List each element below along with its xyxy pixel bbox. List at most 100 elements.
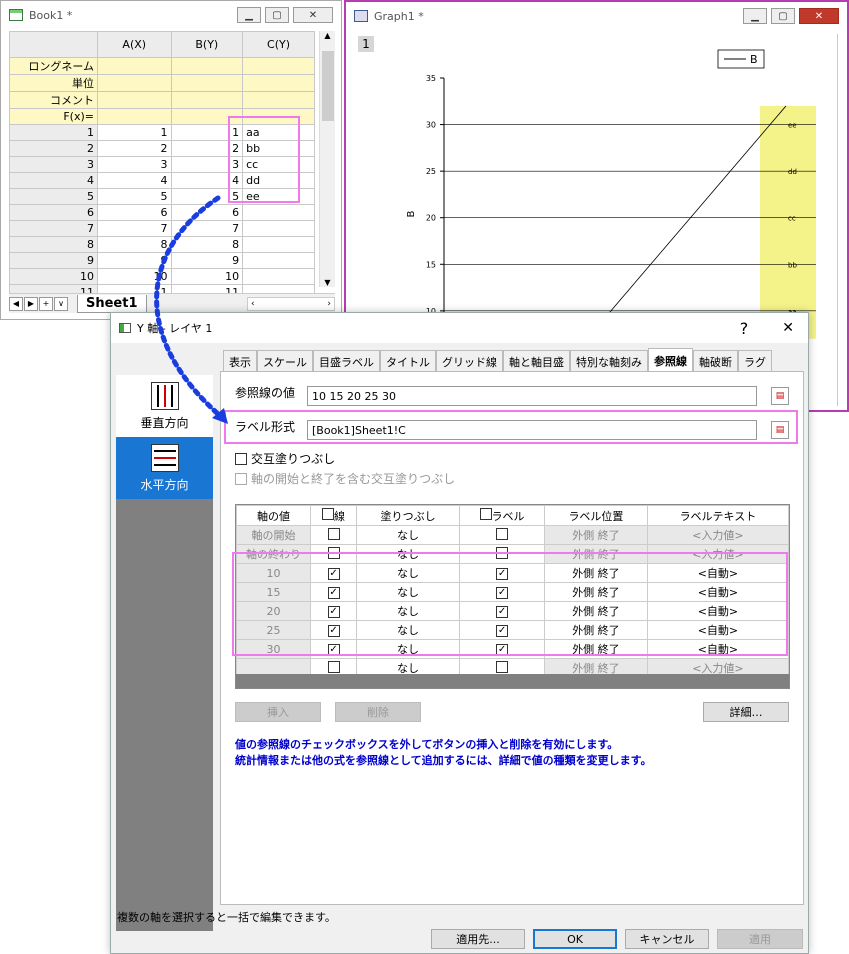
meta-cell[interactable]: [242, 91, 315, 109]
line-checkbox[interactable]: [327, 546, 340, 559]
cell-a[interactable]: 8: [97, 236, 172, 253]
column-header-a[interactable]: A(X): [97, 31, 172, 58]
label-text-cell[interactable]: <自動>: [646, 563, 789, 583]
detail-button[interactable]: 詳細…: [703, 702, 789, 722]
row-header[interactable]: 5: [9, 188, 98, 205]
first-sheet-icon[interactable]: ◀: [9, 296, 23, 311]
tab-3[interactable]: タイトル: [380, 350, 436, 372]
label-format-picker-icon[interactable]: ▤: [771, 421, 789, 439]
sheet-list-icon[interactable]: ∨: [54, 296, 68, 311]
axis-value-cell[interactable]: 25: [236, 620, 311, 640]
label-position-cell[interactable]: 外側 終了: [544, 544, 648, 564]
book-titlebar[interactable]: Book1 * ▁ ▢ ✕: [1, 1, 341, 29]
table-row[interactable]: 1 1 1 aa: [9, 124, 315, 141]
meta-row-header[interactable]: ロングネーム: [9, 57, 98, 75]
maximize-button[interactable]: ▢: [771, 8, 795, 24]
axis-value-cell[interactable]: 20: [236, 601, 311, 621]
tab-8[interactable]: 軸破断: [693, 350, 738, 372]
line-cell[interactable]: [309, 525, 358, 545]
vertical-axis-item[interactable]: 垂直方向: [116, 375, 213, 437]
line-cell[interactable]: ✓: [309, 639, 358, 659]
label-cell[interactable]: ✓: [459, 582, 546, 602]
cell-b[interactable]: 8: [170, 236, 244, 253]
worksheet-grid[interactable]: A(X) B(Y) C(Y) ロングネーム 単位 コメント F(x)= 1 1 …: [9, 31, 315, 301]
header-label[interactable]: ラベル: [459, 505, 546, 526]
meta-cell[interactable]: [170, 91, 244, 109]
label-checkbox[interactable]: ✓: [496, 625, 509, 637]
line-cell[interactable]: ✓: [309, 620, 358, 640]
tab-9[interactable]: ラグ: [738, 350, 772, 372]
label-checkbox[interactable]: ✓: [496, 644, 509, 656]
cell-b[interactable]: 5: [170, 188, 244, 205]
line-checkbox[interactable]: ✓: [327, 568, 340, 580]
cell-c[interactable]: [242, 220, 315, 237]
label-position-cell[interactable]: 外側 終了: [544, 601, 648, 621]
table-row[interactable]: 5 5 5 ee: [9, 188, 315, 205]
fill-cell[interactable]: なし: [356, 544, 461, 564]
cell-a[interactable]: 6: [97, 204, 172, 221]
line-all-checkbox[interactable]: [322, 507, 335, 520]
cell-c[interactable]: [242, 204, 315, 221]
label-position-cell[interactable]: 外側 終了: [544, 639, 648, 659]
table-row[interactable]: 30 ✓ なし ✓ 外側 終了 <自動>: [236, 639, 789, 659]
delete-button[interactable]: 削除: [335, 702, 421, 722]
table-row[interactable]: 8 8 8: [9, 236, 315, 253]
cell-a[interactable]: 10: [97, 268, 172, 285]
cell-c[interactable]: [242, 236, 315, 253]
cancel-button[interactable]: キャンセル: [625, 929, 709, 949]
cell-c[interactable]: [242, 252, 315, 269]
apply-button[interactable]: 適用: [717, 929, 803, 949]
label-cell[interactable]: [459, 525, 546, 545]
line-cell[interactable]: ✓: [309, 563, 358, 583]
meta-cell[interactable]: [170, 74, 244, 92]
label-cell[interactable]: ✓: [459, 601, 546, 621]
label-text-cell[interactable]: <入力値>: [646, 544, 789, 564]
meta-cell[interactable]: [242, 108, 315, 125]
label-text-cell[interactable]: <自動>: [646, 601, 789, 621]
table-row[interactable]: 10 10 10: [9, 268, 315, 285]
axis-value-cell[interactable]: 30: [236, 639, 311, 659]
meta-cell[interactable]: [97, 74, 172, 92]
tab-6[interactable]: 特別な軸刻み: [570, 350, 648, 372]
cell-a[interactable]: 5: [97, 188, 172, 205]
fill-cell[interactable]: なし: [356, 563, 461, 583]
reference-line-table[interactable]: 軸の値 線 塗りつぶし ラベル ラベル位置 ラベルテキスト 軸の開始 なし 外側…: [235, 504, 790, 689]
line-cell[interactable]: ✓: [309, 601, 358, 621]
axis-value-cell[interactable]: 軸の開始: [236, 525, 311, 545]
label-format-input[interactable]: [Book1]Sheet1!C: [307, 420, 757, 440]
fill-cell[interactable]: なし: [356, 525, 461, 545]
table-row[interactable]: 4 4 4 dd: [9, 172, 315, 189]
cell-c[interactable]: dd: [242, 172, 315, 189]
cell-b[interactable]: 2: [170, 140, 244, 157]
tab-5[interactable]: 軸と軸目盛: [503, 350, 570, 372]
column-header-c[interactable]: C(Y): [242, 31, 315, 58]
cell-b[interactable]: 6: [170, 204, 244, 221]
label-cell[interactable]: ✓: [459, 620, 546, 640]
sheet-tab[interactable]: Sheet1: [77, 294, 147, 313]
cell-b[interactable]: 4: [170, 172, 244, 189]
ref-values-picker-icon[interactable]: ▤: [771, 387, 789, 405]
dialog-titlebar[interactable]: Y 軸 - レイヤ 1 ? ✕: [111, 313, 808, 343]
fill-cell[interactable]: なし: [356, 582, 461, 602]
meta-cell[interactable]: [242, 57, 315, 75]
label-all-checkbox[interactable]: [479, 507, 492, 520]
cell-c[interactable]: ee: [242, 188, 315, 205]
row-header[interactable]: 6: [9, 204, 98, 221]
label-checkbox[interactable]: ✓: [496, 568, 509, 580]
line-checkbox[interactable]: ✓: [327, 606, 340, 618]
label-position-cell[interactable]: 外側 終了: [544, 525, 648, 545]
table-row[interactable]: 20 ✓ なし ✓ 外側 終了 <自動>: [236, 601, 789, 621]
axis-value-cell[interactable]: 軸の終わり: [236, 544, 311, 564]
line-checkbox[interactable]: [327, 660, 340, 673]
fill-cell[interactable]: なし: [356, 601, 461, 621]
cell-c[interactable]: aa: [242, 124, 315, 141]
tab-2[interactable]: 目盛ラベル: [313, 350, 380, 372]
line-cell[interactable]: ✓: [309, 582, 358, 602]
meta-cell[interactable]: [242, 74, 315, 92]
row-header[interactable]: 1: [9, 124, 98, 141]
tab-4[interactable]: グリッド線: [436, 350, 503, 372]
label-text-cell[interactable]: <自動>: [646, 620, 789, 640]
label-position-cell[interactable]: 外側 終了: [544, 582, 648, 602]
label-cell[interactable]: ✓: [459, 639, 546, 659]
row-header[interactable]: 10: [9, 268, 98, 285]
